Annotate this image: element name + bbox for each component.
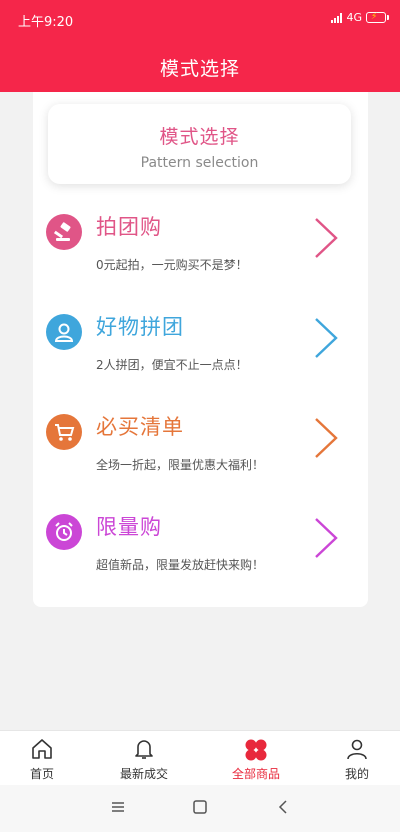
battery-icon: ⚡	[366, 12, 389, 23]
tab-home[interactable]: 首页	[2, 731, 82, 785]
chevron-right-icon	[315, 418, 338, 458]
home-icon	[32, 739, 52, 759]
alarm-clock-icon	[46, 514, 82, 550]
back-icon[interactable]	[276, 799, 292, 815]
menu-icon[interactable]	[110, 799, 126, 815]
mode-item-limited[interactable]: 限量购 超值新品，限量发放赶快来购！	[33, 500, 368, 590]
user-icon	[46, 314, 82, 350]
mode-item-desc: 2人拼团，便宜不止一点点！	[96, 358, 248, 372]
home-square-icon[interactable]	[192, 799, 208, 815]
mode-item-name: 必买清单	[96, 415, 184, 439]
page-title: 模式选择	[159, 58, 240, 80]
mode-item-name: 拍团购	[96, 215, 162, 239]
status-time: 上午9:20	[18, 15, 74, 30]
mode-list-card: 模式选择 Pattern selection 拍团购 0元起拍，一元购买不是梦！…	[33, 92, 368, 607]
tab-all-products[interactable]: 全部商品	[216, 731, 296, 785]
chevron-right-icon	[315, 518, 338, 558]
chevron-right-icon	[315, 318, 338, 358]
mode-item-desc: 超值新品，限量发放赶快来购！	[96, 558, 265, 572]
mode-item-desc: 0元起拍，一元购买不是梦！	[96, 258, 248, 272]
person-icon	[347, 739, 367, 760]
cart-icon	[46, 414, 82, 450]
bottom-tab-bar: 首页 最新成交 全部商品 我的	[0, 730, 400, 785]
tab-latest-deals[interactable]: 最新成交	[104, 731, 184, 785]
mode-item-auction[interactable]: 拍团购 0元起拍，一元购买不是梦！	[33, 200, 368, 290]
mode-item-must-buy[interactable]: 必买清单 全场一折起，限量优惠大福利！	[33, 400, 368, 490]
mode-item-name: 好物拼团	[96, 315, 184, 339]
status-icons: 4G ⚡	[331, 11, 389, 24]
bell-icon	[135, 740, 153, 759]
gavel-icon	[46, 214, 82, 250]
signal-icon	[331, 12, 343, 23]
mode-item-name: 限量购	[96, 515, 162, 539]
tab-mine[interactable]: 我的	[317, 731, 397, 785]
tab-label: 全部商品	[231, 767, 280, 781]
mode-item-group-buy[interactable]: 好物拼团 2人拼团，便宜不止一点点！	[33, 300, 368, 390]
chevron-right-icon	[315, 218, 338, 258]
system-nav-bar	[0, 785, 400, 832]
mode-title: 模式选择	[159, 126, 240, 148]
mode-subtitle: Pattern selection	[140, 155, 259, 171]
mode-header-box: 模式选择 Pattern selection	[48, 104, 351, 184]
grid-icon	[245, 739, 267, 761]
top-bar: 上午9:20 4G ⚡ 模式选择	[0, 0, 400, 92]
mode-item-desc: 全场一折起，限量优惠大福利！	[96, 458, 265, 472]
tab-label: 首页	[29, 767, 54, 781]
network-type: 4G	[346, 11, 362, 24]
tab-label: 最新成交	[119, 767, 168, 781]
tab-label: 我的	[344, 767, 369, 781]
